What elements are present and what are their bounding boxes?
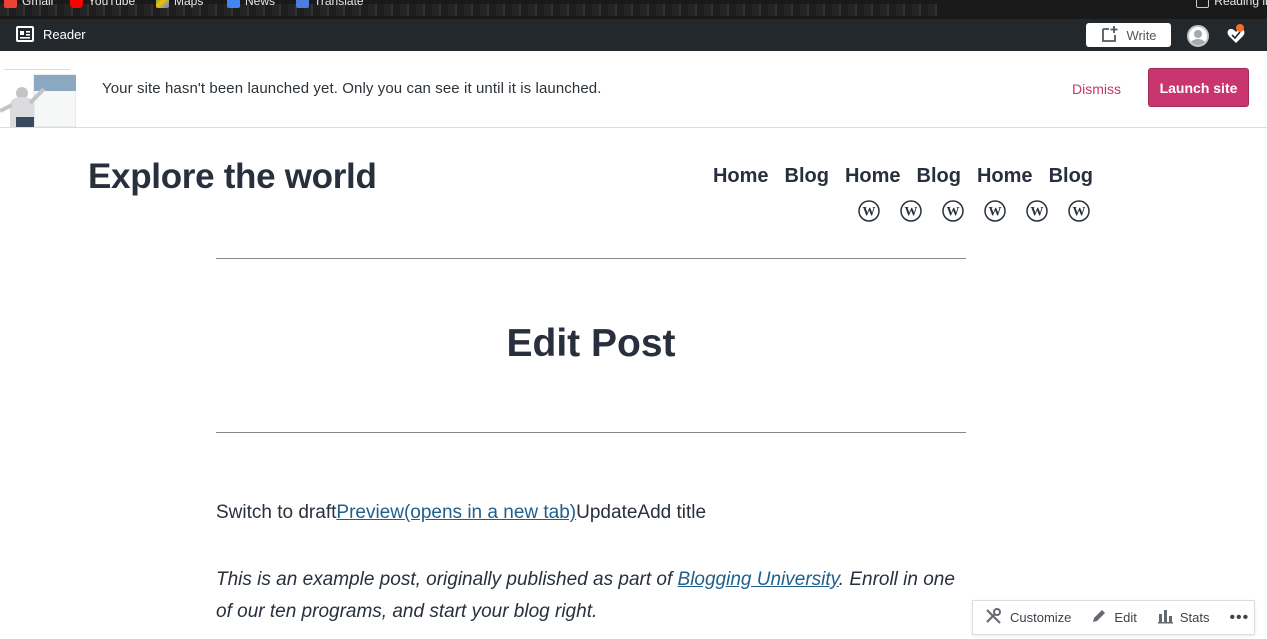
stats-button[interactable]: Stats (1157, 608, 1210, 627)
wordpress-icon[interactable]: W (900, 200, 922, 222)
user-avatar[interactable] (1187, 25, 1209, 47)
svg-text:W: W (863, 204, 876, 219)
bookmark-label: Translate (314, 0, 364, 8)
pencil-icon (1091, 608, 1107, 627)
reader-link[interactable]: Reader (16, 26, 86, 42)
switch-to-draft-button[interactable]: Switch to draft (216, 502, 336, 523)
bookmark-maps[interactable]: Maps (156, 0, 203, 8)
svg-text:W: W (989, 204, 1002, 219)
post-excerpt: This is an example post, originally publ… (216, 564, 976, 628)
svg-text:W: W (947, 204, 960, 219)
reading-list[interactable]: Reading list (1196, 0, 1267, 8)
reading-list-label: Reading list (1214, 0, 1267, 8)
tools-icon (985, 608, 1003, 627)
maps-icon (156, 0, 169, 8)
edit-button[interactable]: Edit (1091, 608, 1137, 627)
reader-label: Reader (43, 26, 86, 42)
youtube-icon (70, 0, 83, 8)
write-label: Write (1126, 27, 1157, 43)
preview-link[interactable]: Preview(opens in a new tab) (336, 502, 576, 523)
menu-item-blog[interactable]: Blog (1049, 165, 1093, 188)
wordpress-icon[interactable]: W (942, 200, 964, 222)
primary-menu: Home Blog Home Blog Home Blog (713, 165, 1093, 188)
svg-text:W: W (1031, 204, 1044, 219)
bookmark-label: YouTube (88, 0, 136, 8)
bookmark-news[interactable]: News (227, 0, 275, 8)
bookmark-label: Gmail (22, 0, 54, 8)
bookmark-translate[interactable]: Translate (296, 0, 364, 8)
add-title-field[interactable]: Add title (637, 502, 706, 523)
social-links: W W W W W W (858, 200, 1090, 222)
page-title: Edit Post (506, 322, 676, 365)
blogging-university-link[interactable]: Blogging University (678, 569, 839, 590)
bookmarks-bar-background (0, 4, 937, 16)
wordpress-icon[interactable]: W (984, 200, 1006, 222)
wordpress-icon[interactable]: W (1026, 200, 1048, 222)
write-icon (1100, 25, 1119, 46)
reading-list-icon (1196, 0, 1210, 8)
stats-label: Stats (1179, 610, 1210, 625)
update-button[interactable]: Update (576, 502, 637, 523)
customize-label: Customize (1010, 610, 1072, 625)
excerpt-text: This is an example post, originally publ… (216, 569, 678, 590)
gmail-icon (4, 0, 17, 8)
launch-illustration (0, 69, 77, 128)
menu-item-blog[interactable]: Blog (917, 165, 961, 188)
launch-site-button[interactable]: Launch site (1148, 68, 1249, 107)
menu-item-home[interactable]: Home (977, 165, 1033, 188)
menu-item-home[interactable]: Home (845, 165, 901, 188)
notifications-button[interactable] (1226, 24, 1248, 48)
translate-icon (296, 0, 309, 8)
notifications-bell-icon (1226, 28, 1246, 48)
browser-bookmarks-bar: Gmail YouTube Maps News Translate Readin… (0, 0, 1267, 19)
site-title[interactable]: Explore the world (88, 157, 377, 197)
dismiss-button[interactable]: Dismiss (1072, 81, 1121, 97)
launch-banner-message: Your site hasn't been launched yet. Only… (102, 80, 602, 97)
svg-text:W: W (1073, 204, 1086, 219)
admin-bar: Reader Write (0, 19, 1267, 51)
news-icon (227, 0, 240, 8)
notification-dot (1236, 24, 1244, 32)
wordpress-icon[interactable]: W (1068, 200, 1090, 222)
bar-chart-icon (1157, 608, 1173, 627)
bookmark-youtube[interactable]: YouTube (70, 0, 135, 8)
bookmark-label: Maps (174, 0, 204, 8)
post-actions: Switch to draftPreview(opens in a new ta… (216, 502, 706, 524)
launch-banner: Your site hasn't been launched yet. Only… (0, 51, 1267, 128)
more-options-button[interactable]: ••• (1229, 609, 1249, 627)
bookmark-gmail[interactable]: Gmail (4, 0, 53, 8)
menu-item-blog[interactable]: Blog (785, 165, 829, 188)
title-divider-bottom (216, 432, 966, 433)
floating-admin-toolbar: Customize Edit Stats ••• (972, 600, 1255, 635)
edit-label: Edit (1114, 610, 1137, 625)
wordpress-icon[interactable]: W (858, 200, 880, 222)
reader-icon (16, 26, 34, 42)
menu-item-home[interactable]: Home (713, 165, 769, 188)
write-button[interactable]: Write (1086, 23, 1171, 47)
title-divider-top (216, 258, 966, 259)
bookmark-label: News (245, 0, 276, 8)
svg-text:W: W (905, 204, 918, 219)
customize-button[interactable]: Customize (985, 608, 1071, 627)
